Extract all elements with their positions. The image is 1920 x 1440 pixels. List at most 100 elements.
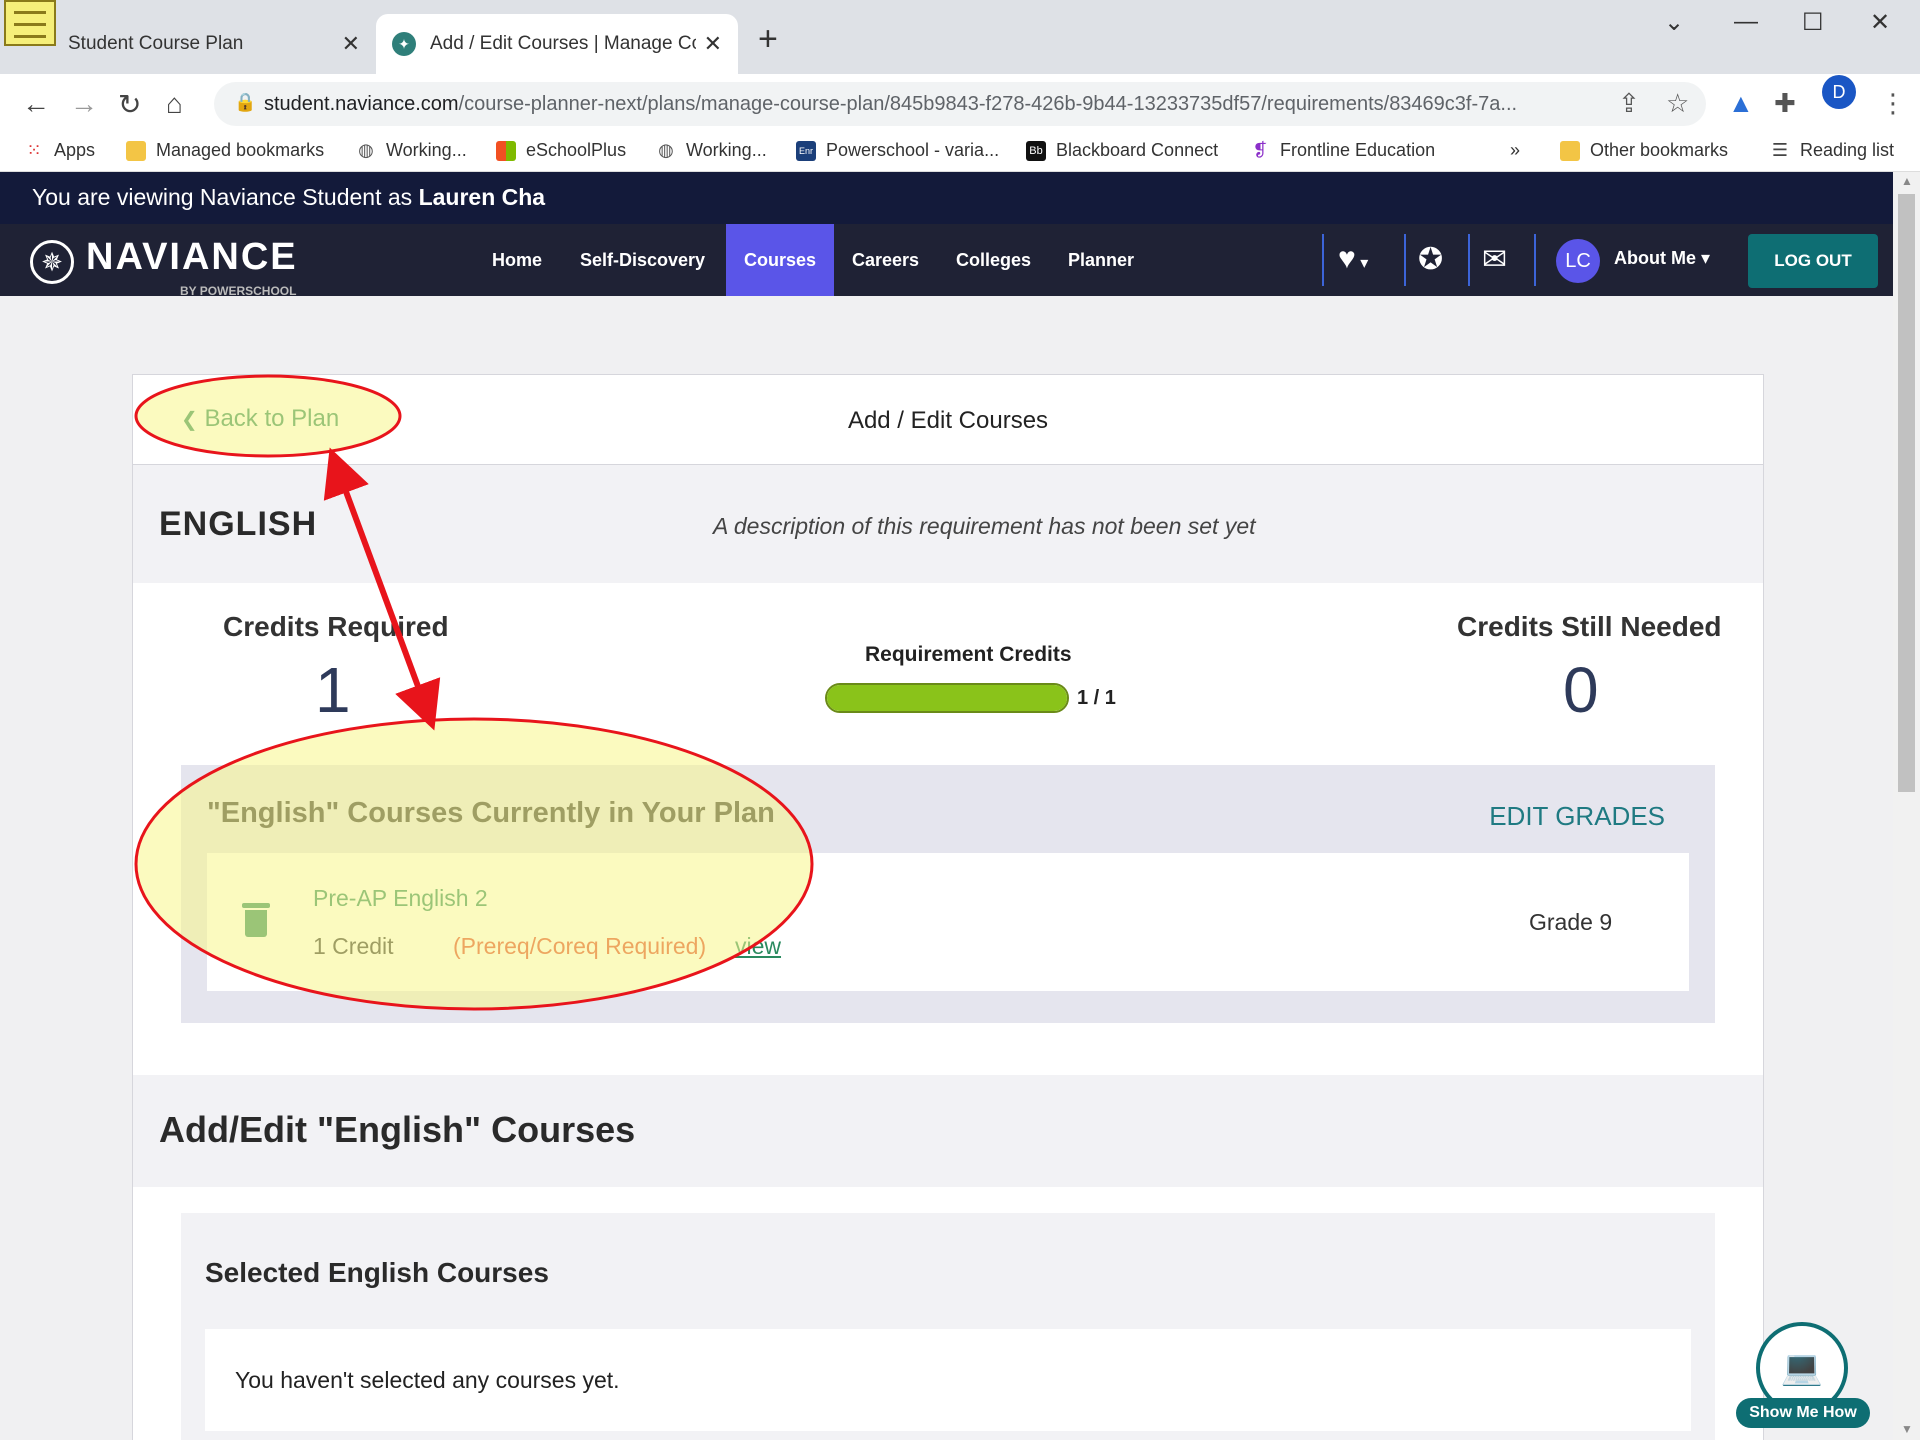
- nav-home[interactable]: Home: [474, 224, 560, 296]
- empty-selection-message: You haven't selected any courses yet.: [235, 1367, 620, 1393]
- course-row: Pre-AP English 2 1 Credit (Prereq/Coreq …: [207, 853, 1689, 991]
- url-field[interactable]: 🔒 student.naviance.com/course-planner-ne…: [214, 82, 1706, 126]
- viewing-as-banner: You are viewing Naviance Student as Laur…: [0, 172, 1893, 224]
- bookmarks-overflow[interactable]: »: [1510, 140, 1520, 161]
- course-credit: 1 Credit: [313, 933, 394, 959]
- tab-title: Student Course Plan: [68, 33, 244, 54]
- compass-star-icon: ✵: [30, 240, 74, 284]
- show-me-how-button[interactable]: 💻 Show Me How: [1734, 1322, 1874, 1434]
- reload-icon[interactable]: ↻: [118, 88, 141, 121]
- requirement-name: ENGLISH: [159, 505, 318, 543]
- browser-tab-bar: Student Course Plan ✕ ✦ Add / Edit Cours…: [0, 0, 1920, 74]
- edit-grades-link[interactable]: EDIT GRADES: [1489, 801, 1665, 832]
- requirement-card: ❮ Back to Plan Add / Edit Courses ENGLIS…: [132, 374, 1764, 1440]
- bookmark-powerschool[interactable]: Enr Powerschool - varia...: [796, 140, 999, 161]
- extensions-puzzle-icon[interactable]: ✚: [1774, 88, 1796, 119]
- folder-icon: [126, 140, 146, 161]
- apps-grid-icon: ⁙: [26, 140, 42, 160]
- credits-required-value: 1: [315, 654, 351, 726]
- bookmark-frontline[interactable]: ❡ Frontline Education: [1250, 140, 1435, 161]
- user-avatar[interactable]: LC: [1556, 239, 1600, 283]
- enroll-icon: Enr: [796, 140, 816, 161]
- view-prereq-link[interactable]: view: [735, 933, 781, 960]
- bookmark-other[interactable]: Other bookmarks: [1560, 140, 1728, 161]
- nav-divider: [1404, 234, 1406, 286]
- feedback-chat-icon[interactable]: ✪: [1418, 242, 1443, 277]
- address-bar-row: ← → ↻ ⌂ 🔒 student.naviance.com/course-pl…: [0, 74, 1920, 134]
- viewing-user: Lauren Cha: [418, 184, 546, 210]
- main-nav: ✵ NAVIANCE BY POWERSCHOOL Home Self-Disc…: [0, 224, 1893, 298]
- add-edit-courses-header: Add/Edit "English" Courses: [133, 1075, 1763, 1187]
- share-icon[interactable]: ⇪: [1618, 88, 1640, 119]
- courses-in-plan-section: "English" Courses Currently in Your Plan…: [181, 765, 1715, 1023]
- page-scrollbar[interactable]: ▲ ▼: [1893, 172, 1920, 1440]
- tab-student-course-plan[interactable]: Student Course Plan ✕: [0, 14, 376, 74]
- menu-dots-icon[interactable]: ⋮: [1880, 88, 1906, 119]
- trash-icon[interactable]: [242, 903, 270, 937]
- progress-fill: [827, 685, 1067, 711]
- course-name-link[interactable]: Pre-AP English 2: [313, 885, 488, 912]
- about-me-menu[interactable]: About Me ▾: [1614, 248, 1710, 269]
- close-tab-icon[interactable]: ✕: [704, 31, 722, 57]
- progress-text: 1 / 1: [1077, 687, 1116, 709]
- minimize-icon[interactable]: —: [1734, 8, 1758, 36]
- bookmark-star-icon[interactable]: ☆: [1666, 88, 1689, 119]
- credits-needed-label: Credits Still Needed: [1457, 611, 1722, 642]
- requirement-progress-bar: [825, 683, 1069, 713]
- selected-courses-section: Selected English Courses You haven't sel…: [181, 1213, 1715, 1440]
- scrollbar-thumb[interactable]: [1898, 194, 1915, 792]
- nav-courses[interactable]: Courses: [726, 224, 835, 296]
- new-tab-icon[interactable]: +: [758, 20, 778, 59]
- card-header: ❮ Back to Plan Add / Edit Courses: [133, 375, 1763, 465]
- forward-arrow-icon[interactable]: →: [70, 88, 98, 120]
- scroll-up-icon[interactable]: ▲: [1901, 174, 1913, 188]
- back-arrow-icon[interactable]: ←: [22, 88, 50, 120]
- nav-careers[interactable]: Careers: [834, 224, 937, 296]
- nav-colleges[interactable]: Colleges: [938, 224, 1049, 296]
- bookmark-blackboard[interactable]: Bb Blackboard Connect: [1026, 140, 1218, 161]
- nav-planner[interactable]: Planner: [1050, 224, 1152, 296]
- extension-reader-icon[interactable]: ▲: [1728, 88, 1754, 119]
- nav-divider: [1322, 234, 1324, 286]
- selected-courses-title: Selected English Courses: [205, 1257, 549, 1288]
- prereq-warning: (Prereq/Coreq Required): [453, 933, 707, 959]
- credits-needed-value: 0: [1563, 654, 1599, 726]
- bookmark-apps[interactable]: ⁙ Apps: [24, 140, 95, 161]
- close-tab-icon[interactable]: ✕: [342, 31, 360, 57]
- page-title: Add / Edit Courses: [847, 407, 1049, 434]
- bookmark-reading-list[interactable]: ☰ Reading list: [1770, 140, 1894, 161]
- close-window-icon[interactable]: ✕: [1870, 8, 1890, 37]
- nav-divider: [1534, 234, 1536, 286]
- course-grade: Grade 9: [1529, 909, 1613, 935]
- bookmark-eschoolplus[interactable]: eSchoolPlus: [496, 140, 626, 161]
- lock-icon: 🔒: [234, 92, 257, 112]
- url-host: student.naviance.com: [264, 92, 459, 115]
- bookmark-managed[interactable]: Managed bookmarks: [126, 140, 324, 161]
- profile-avatar[interactable]: D: [1822, 75, 1856, 109]
- bookmarks-bar: ⁙ Apps Managed bookmarks ◍ Working... eSch…: [0, 134, 1920, 172]
- home-icon[interactable]: ⌂: [166, 88, 183, 120]
- requirement-header: ENGLISH A description of this requiremen…: [133, 465, 1763, 583]
- bookmark-working-2[interactable]: ◍ Working...: [656, 140, 767, 161]
- globe-icon: ◍: [658, 140, 674, 160]
- tab-title: Add / Edit Courses | Manage Cou: [430, 33, 696, 54]
- bookmark-working-1[interactable]: ◍ Working...: [356, 140, 467, 161]
- favorites-heart-icon[interactable]: ♥ ▾: [1338, 242, 1368, 276]
- url-path: /course-planner-next/plans/manage-course…: [458, 92, 1518, 115]
- mail-envelope-icon[interactable]: ✉: [1482, 242, 1507, 277]
- frontline-icon: ❡: [1252, 140, 1268, 160]
- folder-icon: [1560, 140, 1580, 161]
- tab-search-icon[interactable]: ⌄: [1664, 8, 1684, 37]
- scroll-down-icon[interactable]: ▼: [1901, 1422, 1913, 1436]
- nav-self-discovery[interactable]: Self-Discovery: [562, 224, 723, 296]
- blackboard-icon: Bb: [1026, 140, 1046, 161]
- tab-add-edit-courses[interactable]: ✦ Add / Edit Courses | Manage Cou ✕: [376, 14, 738, 74]
- credits-required-label: Credits Required: [223, 611, 449, 642]
- logout-button[interactable]: LOG OUT: [1748, 234, 1878, 288]
- reading-list-icon: ☰: [1771, 140, 1789, 160]
- requirement-credits-label: Requirement Credits: [865, 643, 1072, 666]
- maximize-icon[interactable]: ☐: [1802, 8, 1824, 37]
- microsoft-icon: [496, 140, 516, 161]
- selected-courses-list: You haven't selected any courses yet.: [205, 1329, 1691, 1431]
- naviance-favicon-icon: ✦: [392, 32, 416, 56]
